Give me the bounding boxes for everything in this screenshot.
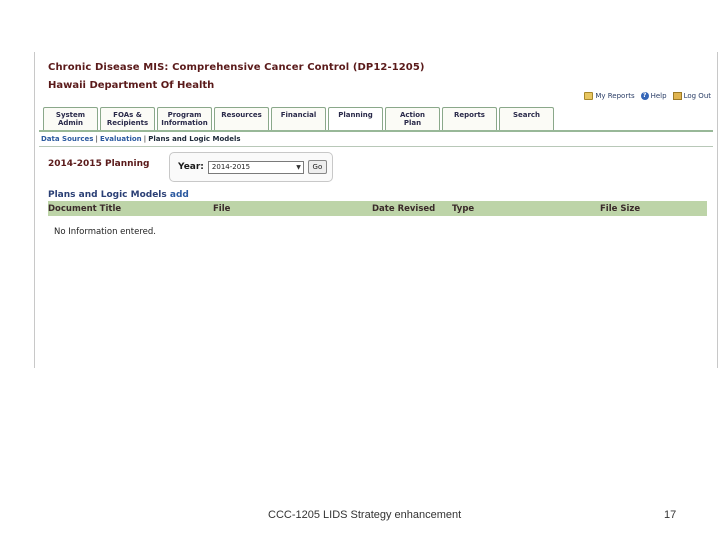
tab-search[interactable]: Search [499,107,554,130]
my-reports-label: My Reports [595,92,635,100]
column-file[interactable]: File [213,204,230,214]
tab-resources[interactable]: Resources [214,107,269,130]
column-type[interactable]: Type [452,204,474,214]
breadcrumb: Data Sources | Evaluation | Plans and Logic … [41,135,241,143]
slide-footer: CCC-1205 LIDS Strategy enhancement [268,509,462,521]
log-out-label: Log Out [683,92,711,100]
logout-icon [672,92,682,100]
tab-reports[interactable]: Reports [442,107,497,130]
tab-divider [39,130,713,132]
chevron-down-icon: ▼ [296,163,301,171]
add-plan-link[interactable]: add [170,190,189,200]
tab-action-plan[interactable]: Action Plan [385,107,440,130]
my-reports-link[interactable]: My Reports [584,92,635,100]
app-window: Chronic Disease MIS: Comprehensive Cance… [34,52,718,368]
plans-heading-label: Plans and Logic Models [48,190,167,200]
year-filter: Year: 2014-2015 ▼ Go [169,152,333,182]
tab-foas-recipients[interactable]: FOAs & Recipients [100,107,155,130]
subnav-plans-logic-models: Plans and Logic Models [148,135,241,143]
empty-message: No Information entered. [54,227,156,237]
tab-system-admin[interactable]: System Admin [43,107,98,130]
page-number: 17 [664,509,677,521]
tab-planning[interactable]: Planning [328,107,383,131]
planning-heading: 2014-2015 Planning [48,159,150,169]
column-document-title[interactable]: Document Title [48,204,121,214]
subnav-evaluation[interactable]: Evaluation [100,135,142,143]
page-title: Chronic Disease MIS: Comprehensive Cance… [48,62,425,73]
table-header: Document Title File Date Revised Type Fi… [48,201,707,216]
year-select-value: 2014-2015 [211,163,251,171]
year-select[interactable]: 2014-2015 ▼ [207,160,304,174]
help-label: Help [650,92,667,100]
help-link[interactable]: ? Help [640,92,667,100]
utility-links: My Reports ? Help Log Out [584,92,711,100]
subnav-divider [39,146,713,147]
tab-program-information[interactable]: Program Information [157,107,212,130]
main-tabs: System Admin FOAs & Recipients Program Info… [43,107,554,131]
log-out-link[interactable]: Log Out [672,92,711,100]
subnav-data-sources[interactable]: Data Sources [41,135,93,143]
year-label: Year: [178,162,204,172]
column-date-revised[interactable]: Date Revised [372,204,435,214]
go-button[interactable]: Go [307,160,327,174]
report-icon [584,92,594,100]
department-name: Hawaii Department Of Health [48,80,215,91]
column-file-size[interactable]: File Size [600,204,640,214]
help-icon: ? [640,92,649,100]
tab-financial[interactable]: Financial [271,107,326,130]
plans-heading: Plans and Logic Models add [48,190,189,200]
